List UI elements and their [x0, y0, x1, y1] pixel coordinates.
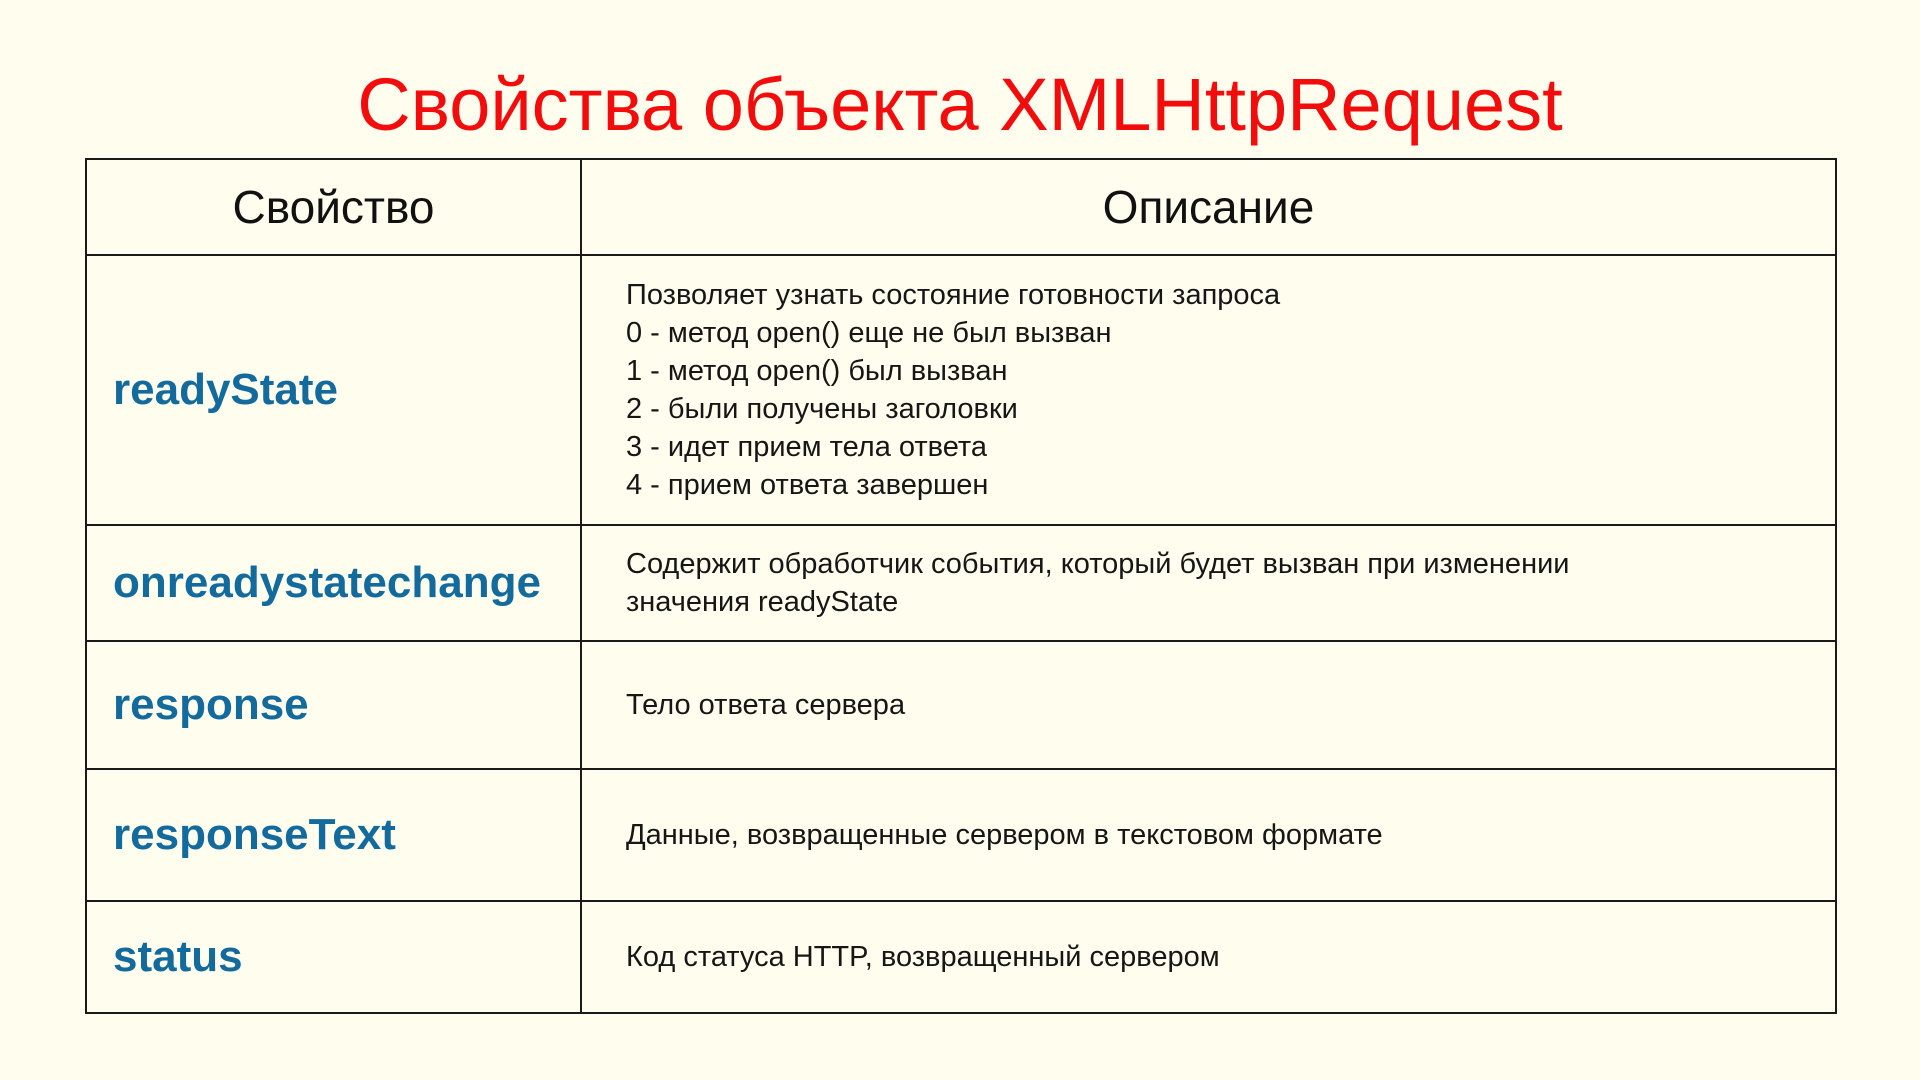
description-line: 3 - идет прием тела ответа — [626, 431, 988, 463]
property-description: Содержит обработчик события, который буд… — [580, 524, 1837, 642]
page-title: Свойства объекта XMLHttpRequest — [357, 63, 1563, 146]
table-header-row: Свойство Описание — [85, 158, 1837, 256]
property-name: responseText — [85, 768, 582, 902]
description-line: 2 - были получены заголовки — [626, 393, 1018, 425]
properties-table: Свойство Описание readyState Позволяет у… — [85, 158, 1837, 1014]
property-description: Код статуса HTTP, возвращенный сервером — [580, 900, 1837, 1014]
property-name: status — [85, 900, 582, 1014]
column-header-description: Описание — [580, 158, 1837, 256]
property-description: Позволяет узнать состояние готовности за… — [580, 254, 1837, 526]
table-row: status Код статуса HTTP, возвращенный се… — [85, 900, 1837, 1014]
description-line: Данные, возвращенные сервером в текстово… — [626, 819, 1383, 851]
property-description: Данные, возвращенные сервером в текстово… — [580, 768, 1837, 902]
table-row: readyState Позволяет узнать состояние го… — [85, 254, 1837, 526]
description-line: значения readyState — [626, 586, 899, 618]
table-row: onreadystatechange Содержит обработчик с… — [85, 524, 1837, 642]
table-row: response Тело ответа сервера — [85, 640, 1837, 770]
property-name: response — [85, 640, 582, 770]
description-line: Содержит обработчик события, который буд… — [626, 548, 1570, 580]
description-line: Код статуса HTTP, возвращенный сервером — [626, 941, 1220, 973]
description-line: 0 - метод open() еще не был вызван — [626, 317, 1112, 349]
description-line: Позволяет узнать состояние готовности за… — [626, 279, 1281, 311]
column-header-property: Свойство — [85, 158, 582, 256]
description-line: 1 - метод open() был вызван — [626, 355, 1008, 387]
description-line: Тело ответа сервера — [626, 689, 906, 721]
property-name: onreadystatechange — [85, 524, 582, 642]
description-line: 4 - прием ответа завершен — [626, 469, 989, 501]
property-description: Тело ответа сервера — [580, 640, 1837, 770]
table-row: responseText Данные, возвращенные сервер… — [85, 768, 1837, 902]
property-name: readyState — [85, 254, 582, 526]
